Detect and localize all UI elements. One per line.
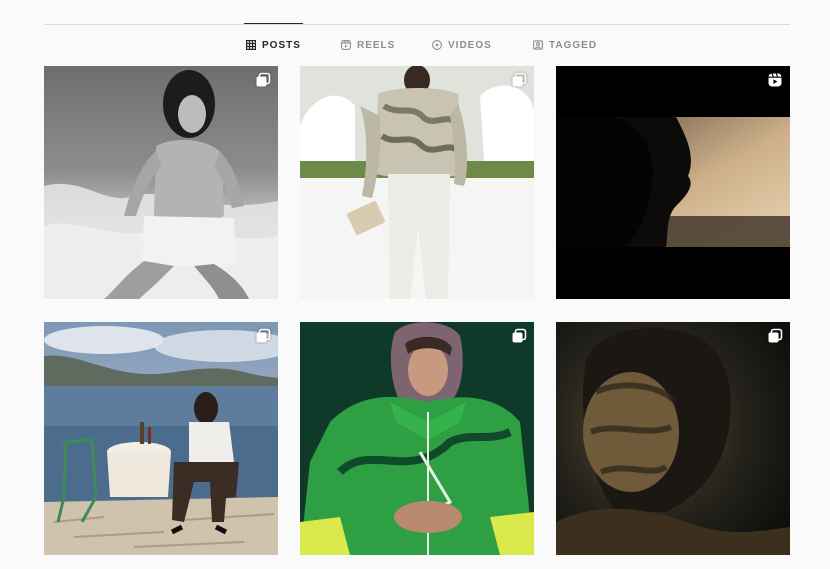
post-tile[interactable]: [44, 322, 278, 555]
post-tile[interactable]: [300, 66, 534, 299]
reels-icon: [341, 40, 351, 50]
tab-tagged-label: TAGGED: [549, 39, 598, 51]
carousel-icon: [255, 72, 271, 88]
post-tile[interactable]: [300, 322, 534, 555]
tab-reels[interactable]: REELS: [341, 24, 395, 66]
tab-videos[interactable]: VIDEOS: [432, 24, 492, 66]
post-image: [300, 66, 534, 299]
tab-tagged[interactable]: TAGGED: [533, 24, 597, 66]
tab-posts[interactable]: POSTS: [244, 23, 303, 66]
carousel-icon: [511, 328, 527, 344]
carousel-icon: [255, 328, 271, 344]
profile-tabs: POSTS REELS VIDEOS TAGGED: [0, 23, 830, 66]
carousel-icon: [767, 328, 783, 344]
posts-grid: [44, 66, 790, 555]
post-image: [556, 322, 790, 555]
post-image: [556, 66, 790, 299]
grid-icon: [246, 40, 256, 50]
post-image: [44, 322, 278, 555]
post-tile[interactable]: [556, 322, 790, 555]
play-icon: [432, 40, 442, 50]
carousel-icon: [511, 72, 527, 88]
post-image: [44, 66, 278, 299]
tagged-icon: [533, 40, 543, 50]
tab-posts-label: POSTS: [262, 39, 301, 51]
post-tile[interactable]: [556, 66, 790, 299]
tab-reels-label: REELS: [357, 39, 396, 51]
tab-videos-label: VIDEOS: [448, 39, 492, 51]
post-image: [300, 322, 534, 555]
reel-icon: [767, 72, 783, 88]
post-tile[interactable]: [44, 66, 278, 299]
